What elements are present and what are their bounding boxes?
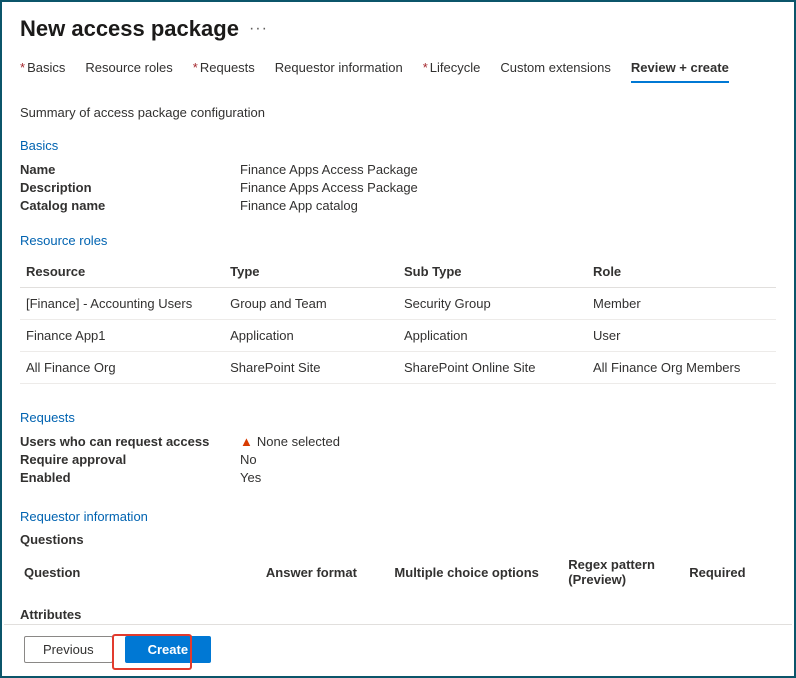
summary-text: Summary of access package configuration <box>20 105 776 120</box>
col-regex: Regex pattern (Preview) <box>564 551 685 593</box>
col-type: Type <box>224 256 398 288</box>
attributes-label: Attributes <box>20 607 776 622</box>
cell-type: Application <box>224 320 398 352</box>
tab-lifecycle-label: Lifecycle <box>430 60 481 75</box>
tab-custom-extensions-label: Custom extensions <box>500 60 611 75</box>
tab-review-create[interactable]: Review + create <box>631 60 729 83</box>
basics-name-value: Finance Apps Access Package <box>240 161 776 179</box>
col-answer-format: Answer format <box>262 551 391 593</box>
col-required: Required <box>685 551 776 593</box>
page-title: New access package <box>20 16 239 42</box>
cell-resource: [Finance] - Accounting Users <box>20 288 224 320</box>
section-requests-heading: Requests <box>20 410 776 425</box>
col-subtype: Sub Type <box>398 256 587 288</box>
basics-desc-value: Finance Apps Access Package <box>240 179 776 197</box>
requests-approval-value: No <box>240 451 776 469</box>
cell-role: All Finance Org Members <box>587 352 776 384</box>
cell-role: User <box>587 320 776 352</box>
tab-requests-label: Requests <box>200 60 255 75</box>
cell-resource: All Finance Org <box>20 352 224 384</box>
tab-review-create-label: Review + create <box>631 60 729 75</box>
requests-who-value: None selected <box>257 434 340 449</box>
questions-label: Questions <box>20 532 776 547</box>
col-multiple-choice: Multiple choice options <box>390 551 564 593</box>
wizard-tabs: *Basics Resource roles *Requests Request… <box>20 60 776 83</box>
cell-resource: Finance App1 <box>20 320 224 352</box>
cell-subtype: SharePoint Online Site <box>398 352 587 384</box>
tab-requestor-info-label: Requestor information <box>275 60 403 75</box>
section-resources-heading: Resource roles <box>20 233 776 248</box>
requests-approval-label: Require approval <box>20 451 240 469</box>
cell-subtype: Security Group <box>398 288 587 320</box>
table-row: Finance App1 Application Application Use… <box>20 320 776 352</box>
tab-requestor-info[interactable]: Requestor information <box>275 60 403 83</box>
resource-roles-table: Resource Type Sub Type Role [Finance] - … <box>20 256 776 384</box>
create-button[interactable]: Create <box>125 636 211 663</box>
tab-lifecycle[interactable]: *Lifecycle <box>423 60 481 83</box>
section-requestor-info-heading: Requestor information <box>20 509 776 524</box>
tab-basics-label: Basics <box>27 60 65 75</box>
table-row: All Finance Org SharePoint Site SharePoi… <box>20 352 776 384</box>
tab-custom-extensions[interactable]: Custom extensions <box>500 60 611 83</box>
cell-type: Group and Team <box>224 288 398 320</box>
cell-subtype: Application <box>398 320 587 352</box>
col-resource: Resource <box>20 256 224 288</box>
basics-name-label: Name <box>20 161 240 179</box>
cell-type: SharePoint Site <box>224 352 398 384</box>
table-row: [Finance] - Accounting Users Group and T… <box>20 288 776 320</box>
tab-requests[interactable]: *Requests <box>193 60 255 83</box>
col-role: Role <box>587 256 776 288</box>
tab-resource-roles-label: Resource roles <box>85 60 172 75</box>
cell-role: Member <box>587 288 776 320</box>
basics-catalog-label: Catalog name <box>20 197 240 215</box>
basics-catalog-value: Finance App catalog <box>240 197 776 215</box>
warning-icon: ▲ <box>240 434 253 449</box>
section-basics-heading: Basics <box>20 138 776 153</box>
previous-button[interactable]: Previous <box>24 636 113 663</box>
basics-desc-label: Description <box>20 179 240 197</box>
wizard-footer: Previous Create <box>4 624 792 674</box>
tab-resource-roles[interactable]: Resource roles <box>85 60 172 83</box>
col-question: Question <box>20 551 262 593</box>
more-actions-button[interactable]: ··· <box>249 20 268 38</box>
questions-table: Question Answer format Multiple choice o… <box>20 551 776 593</box>
requests-enabled-value: Yes <box>240 469 776 487</box>
tab-basics[interactable]: *Basics <box>20 60 65 83</box>
requests-enabled-label: Enabled <box>20 469 240 487</box>
requests-who-label: Users who can request access <box>20 433 240 451</box>
